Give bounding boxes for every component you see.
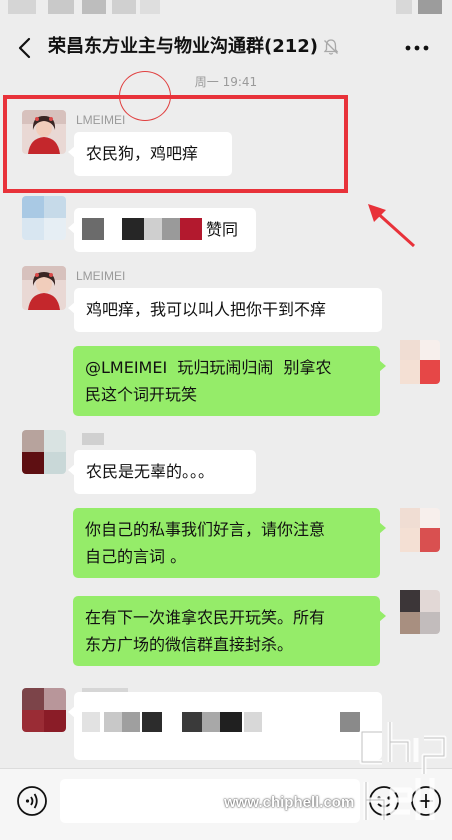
message-text-line: 民这个词开玩笑 <box>85 385 198 404</box>
avatar-pixelated[interactable] <box>396 590 440 634</box>
pixelated-sender-name <box>82 433 104 445</box>
message-bubble[interactable]: 鸡吧痒，我可以叫人把你干到不痒 <box>68 288 382 332</box>
pixelated-content <box>220 712 242 732</box>
message-bubble[interactable]: 赞同 <box>68 208 256 252</box>
pixelated-content <box>244 712 262 732</box>
message-text: 鸡吧痒，我可以叫人把你干到不痒 <box>86 300 327 319</box>
message-text-line: 自己的言词 。 <box>85 547 187 566</box>
pixelated-emoji <box>180 218 202 240</box>
message-text-line: @LMEIMEI 玩归玩闹归闹 别拿农 <box>85 358 332 377</box>
sender-name: LMEIMEI <box>76 269 126 283</box>
avatar-pixelated[interactable] <box>22 430 66 474</box>
red-highlight-box <box>3 95 348 193</box>
pixelated-emoji <box>82 218 104 240</box>
avatar-pixelated[interactable] <box>22 196 66 240</box>
chat-title: 荣昌东方业主与物业沟通群(212) <box>48 36 319 57</box>
pixelated-content <box>182 712 202 732</box>
status-bar <box>0 0 452 22</box>
avatar-self-pixelated[interactable] <box>396 508 440 552</box>
pixelated-content <box>104 712 122 732</box>
chiphell-watermark-logo <box>359 722 447 820</box>
pixelated-content <box>142 712 162 732</box>
message-bubble-sent[interactable]: @LMEIMEI 玩归玩闹归闹 别拿农 民这个词开玩笑 <box>73 346 386 416</box>
message-text-line: 你自己的私事我们好言，请你注意 <box>85 520 326 539</box>
pixelated-emoji <box>122 218 144 240</box>
watermark-url: www.chiphell.com <box>224 794 355 811</box>
message-bubble[interactable] <box>68 692 382 760</box>
chevron-left-icon[interactable] <box>14 36 36 60</box>
red-arrow-annotation <box>368 204 416 248</box>
pixelated-content <box>82 712 100 732</box>
pixelated-content <box>122 712 140 732</box>
message-timestamp: 周一 19:41 <box>194 75 258 89</box>
message-text: 赞同 <box>206 220 239 239</box>
avatar-lmeimei[interactable] <box>22 266 66 310</box>
message-bubble-sent[interactable]: 你自己的私事我们好言，请你注意 自己的言词 。 <box>73 508 386 578</box>
pixelated-emoji <box>144 218 162 240</box>
more-dots-icon[interactable] <box>404 38 430 58</box>
message-text-line: 东方广场的微信群直接封杀。 <box>85 635 294 654</box>
pixelated-emoji <box>162 218 180 240</box>
voice-icon[interactable] <box>16 785 48 817</box>
message-text-line: 在有下一次谁拿农民开玩笑。所有 <box>85 608 326 627</box>
message-bubble[interactable]: 农民是无辜的。。。 <box>68 450 256 494</box>
message-bubble-sent[interactable]: 在有下一次谁拿农民开玩笑。所有 东方广场的微信群直接封杀。 <box>73 596 386 666</box>
avatar-self-pixelated[interactable] <box>396 340 440 384</box>
pixelated-content <box>202 712 220 732</box>
bell-muted-icon <box>323 39 339 55</box>
message-text: 农民是无辜的。。。 <box>86 462 215 481</box>
chat-header: 荣昌东方业主与物业沟通群(212) <box>0 22 452 74</box>
avatar-pixelated[interactable] <box>22 688 66 732</box>
